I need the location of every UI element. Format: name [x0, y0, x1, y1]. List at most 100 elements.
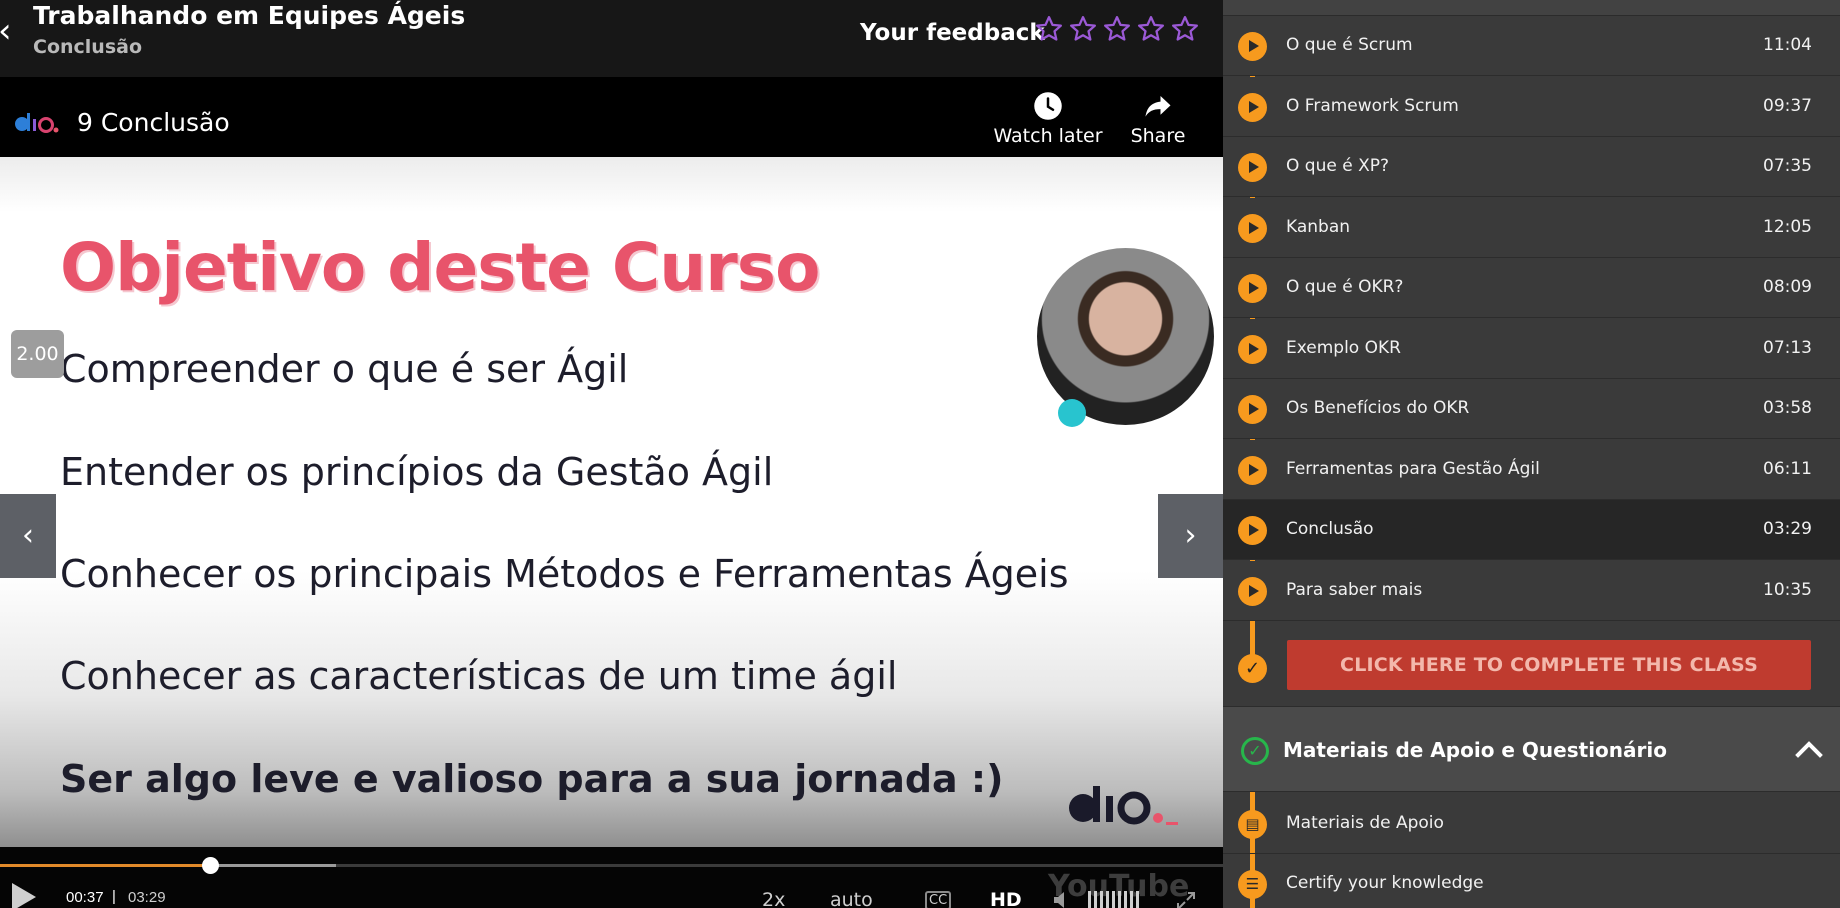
back-arrow-icon[interactable]: ‹ [0, 14, 18, 48]
lesson-title: O Framework Scrum [1286, 95, 1459, 116]
lesson-duration: 12:05 [1763, 216, 1812, 237]
lesson-duration: 09:37 [1763, 95, 1812, 116]
chevron-up-icon[interactable] [1795, 735, 1823, 763]
lesson-title: Exemplo OKR [1286, 337, 1401, 358]
cc-button[interactable]: CC [925, 891, 952, 908]
channel-logo-icon[interactable] [14, 111, 60, 133]
course-title: Trabalhando em Equipes Ágeis [33, 1, 466, 30]
lesson-title: O que é Scrum [1286, 35, 1413, 55]
document-icon: ▤ [1238, 810, 1267, 839]
star-icon[interactable] [1102, 14, 1132, 44]
share-arrow-icon [1145, 96, 1171, 117]
hd-button[interactable]: HD [990, 889, 1022, 908]
star-icon[interactable] [1136, 14, 1166, 44]
section-complete-check-icon: ✓ [1241, 737, 1269, 765]
star-icon[interactable] [1034, 14, 1064, 44]
chevron-left-icon: ‹ [22, 518, 34, 553]
total-time: 03:29 [128, 889, 166, 906]
player-controls: 00:37 | 03:29 2x auto CC HD YouTube [0, 847, 1223, 908]
lesson-item[interactable]: O que é XP? 07:35 [1223, 137, 1840, 197]
play-circle-icon [1238, 334, 1267, 364]
fullscreen-icon[interactable] [1176, 891, 1196, 908]
quality-auto[interactable]: auto [830, 889, 873, 908]
slide-heading: Objetivo deste Curso [60, 229, 820, 306]
material-title: Certify your knowledge [1286, 873, 1484, 893]
video-player[interactable]: 9 Conclusão Watch later Share Objetivo d… [0, 77, 1223, 908]
materials-section-header[interactable]: ✓ Materiais de Apoio e Questionário [1223, 706, 1840, 792]
lesson-title: O que é OKR? [1286, 277, 1404, 297]
lesson-item[interactable]: Conclusão 03:29 [1223, 500, 1840, 560]
play-circle-icon [1238, 274, 1267, 303]
lesson-title: Conclusão [1286, 519, 1374, 539]
clock-icon [1034, 92, 1062, 120]
watch-later-button[interactable]: Watch later [993, 91, 1103, 147]
watch-later-label: Watch later [993, 125, 1103, 147]
share-button[interactable]: Share [1103, 91, 1213, 147]
play-circle-icon [1238, 455, 1267, 485]
progress-bar[interactable] [0, 857, 1223, 874]
share-label: Share [1130, 125, 1186, 147]
play-icon[interactable] [12, 883, 36, 908]
lesson-title: Ferramentas para Gestão Ágil [1286, 458, 1540, 479]
material-item[interactable]: ▤ Materiais de Apoio [1223, 794, 1840, 854]
lesson-item[interactable]: Ferramentas para Gestão Ágil 06:11 [1223, 439, 1840, 500]
presenter-webcam [1037, 248, 1214, 425]
lesson-title: Kanban [1286, 216, 1351, 237]
star-icon[interactable] [1170, 14, 1200, 44]
lesson-title: Para saber mais [1286, 579, 1423, 600]
lesson-duration: 03:29 [1763, 519, 1812, 539]
material-title: Materiais de Apoio [1286, 813, 1444, 833]
lesson-item[interactable]: O Framework Scrum 09:37 [1223, 76, 1840, 137]
lesson-duration: 06:11 [1763, 458, 1812, 479]
previous-slide-button[interactable]: ‹ [0, 494, 56, 578]
lesson-duration: 11:04 [1763, 35, 1812, 55]
speed-badge[interactable]: 2.00 [11, 330, 64, 378]
complete-class-button[interactable]: CLICK HERE TO COMPLETE THIS CLASS [1287, 640, 1811, 690]
feedback-label: Your feedback [860, 20, 1045, 46]
lesson-duration: 07:13 [1763, 337, 1812, 358]
lesson-duration: 08:09 [1763, 277, 1812, 297]
lesson-duration: 10:35 [1763, 579, 1812, 600]
rating-stars [1034, 14, 1200, 44]
check-icon: ✓ [1238, 654, 1267, 683]
play-circle-icon [1238, 92, 1267, 122]
play-circle-icon [1238, 32, 1267, 61]
slide-line: Compreender o que é ser Ágil [60, 347, 629, 391]
lesson-item[interactable]: O que é OKR? 08:09 [1223, 258, 1840, 318]
lesson-item[interactable]: O que é Scrum 11:04 [1223, 16, 1840, 76]
play-circle-icon [1238, 395, 1267, 424]
video-title[interactable]: 9 Conclusão [77, 108, 230, 137]
lesson-item[interactable]: Kanban 12:05 [1223, 197, 1840, 258]
slide-line: Ser algo leve e valioso para a sua jorna… [60, 757, 1004, 801]
lesson-duration: 07:35 [1763, 156, 1812, 176]
lesson-item[interactable]: Os Benefícios do OKR 03:58 [1223, 379, 1840, 439]
lesson-page: ‹ Trabalhando em Equipes Ágeis Conclusão… [0, 0, 1840, 908]
slide-line: Conhecer os principais Métodos e Ferrame… [60, 552, 1069, 596]
course-header: ‹ Trabalhando em Equipes Ágeis Conclusão… [0, 0, 1223, 77]
slide-content: Objetivo deste Curso Compreender o que é… [0, 157, 1223, 847]
lesson-sidebar: O que é Scrum 11:04 O Framework Scrum 09:37… [1223, 0, 1840, 908]
slide-line: Conhecer as características de um time á… [60, 654, 898, 698]
player-title-bar: 9 Conclusão Watch later Share [0, 77, 1223, 157]
progress-played [0, 864, 211, 867]
lesson-item[interactable]: Para saber mais 10:35 [1223, 560, 1840, 621]
current-time: 00:37 [66, 889, 104, 906]
dio-logo-icon [1069, 786, 1178, 825]
material-item[interactable]: ☰ Certify your knowledge [1223, 854, 1840, 908]
lesson-subtitle: Conclusão [33, 36, 143, 58]
volume-icon[interactable] [1052, 890, 1074, 908]
speed-toggle[interactable]: 2x [762, 889, 785, 908]
lesson-item[interactable]: Exemplo OKR 07:13 [1223, 318, 1840, 379]
progress-thumb[interactable] [202, 857, 220, 874]
webcam-accent-dot [1058, 399, 1086, 427]
sidebar-top-strip [1223, 0, 1840, 16]
next-slide-button[interactable]: › [1158, 494, 1223, 578]
volume-level-icon[interactable] [1088, 891, 1144, 908]
play-circle-icon [1238, 213, 1267, 243]
list-icon: ☰ [1238, 870, 1267, 899]
lesson-title: Os Benefícios do OKR [1286, 398, 1470, 418]
play-circle-icon [1238, 576, 1267, 606]
section-title: Materiais de Apoio e Questionário [1283, 738, 1667, 762]
chevron-right-icon: › [1184, 518, 1197, 553]
star-icon[interactable] [1068, 14, 1098, 44]
